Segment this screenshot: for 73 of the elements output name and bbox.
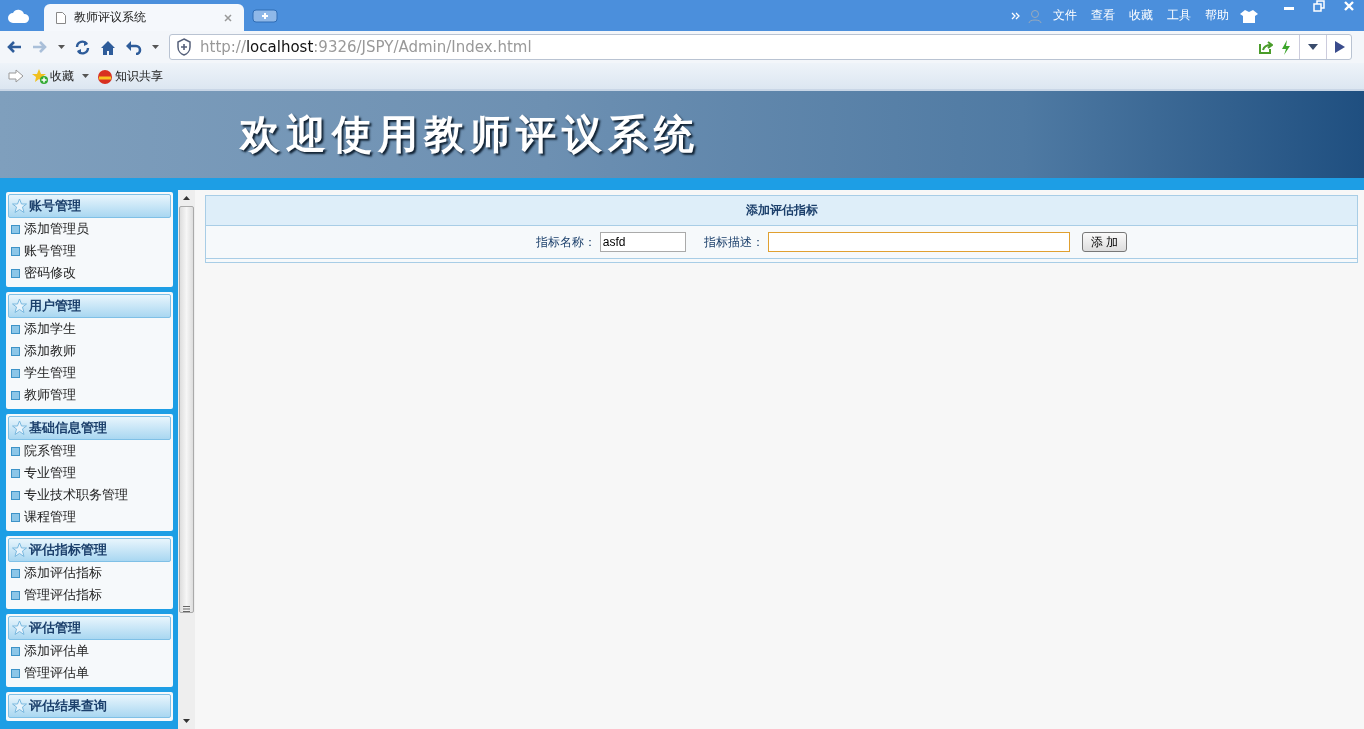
refresh-icon[interactable]: [75, 39, 90, 55]
menu-group-header[interactable]: 评估管理: [8, 616, 171, 640]
star-icon: [12, 543, 27, 557]
grip-icon: [183, 606, 190, 612]
sidebar-link[interactable]: 课程管理: [8, 506, 171, 528]
text-input-field[interactable]: [767, 232, 1070, 252]
shirt-icon[interactable]: [1240, 8, 1258, 23]
field-label: 指标描述：: [703, 233, 764, 251]
menu-group-header[interactable]: 评估指标管理: [8, 538, 171, 562]
url-text: http://localhost:9326/JSPY/Admin/Index.html: [200, 38, 532, 56]
undo-arrow-icon[interactable]: [126, 39, 142, 55]
forward-arrow-icon[interactable]: [32, 40, 48, 54]
new-tab-icon[interactable]: [252, 8, 278, 23]
banner-title: 欢迎使用教师评议系统: [240, 109, 700, 159]
sidebar-link[interactable]: 添加评估指标: [8, 562, 171, 584]
menu-group-header[interactable]: 账号管理: [8, 194, 171, 218]
add-button[interactable]: 添 加: [1081, 232, 1128, 252]
star-icon: [12, 199, 27, 213]
group-title: 用户管理: [29, 297, 81, 315]
bookmark-item[interactable]: 收藏: [32, 67, 74, 85]
play-icon[interactable]: [1335, 41, 1345, 53]
sidebar-link[interactable]: 管理评估单: [8, 662, 171, 684]
group-title: 账号管理: [29, 197, 81, 215]
sidebar-link[interactable]: 添加评估单: [8, 640, 171, 662]
address-bar[interactable]: http://localhost:9326/JSPY/Admin/Index.html: [169, 34, 1352, 60]
group-title: 评估管理: [29, 619, 81, 637]
dropdown-caret-icon[interactable]: [82, 74, 89, 78]
cloud-icon: [8, 8, 30, 23]
browser-tab[interactable]: 教师评议系统: [44, 4, 244, 31]
form-title: 添加评估指标: [206, 196, 1357, 226]
menu-group-header[interactable]: 评估结果查询: [8, 694, 171, 718]
lightning-icon[interactable]: [1281, 39, 1291, 55]
sidebar-link[interactable]: 账号管理: [8, 240, 171, 262]
group-title: 基础信息管理: [29, 419, 107, 437]
scroll-up-icon[interactable]: [183, 196, 190, 200]
group-title: 评估结果查询: [29, 697, 107, 715]
scrollbar[interactable]: [178, 190, 195, 729]
sidebar-link[interactable]: 添加教师: [8, 340, 171, 362]
group-title: 评估指标管理: [29, 541, 107, 559]
scroll-down-icon[interactable]: [183, 719, 190, 723]
scrollbar-thumb[interactable]: [179, 206, 194, 613]
arrow-out-icon[interactable]: [8, 69, 24, 83]
sidebar-link[interactable]: 专业技术职务管理: [8, 484, 171, 506]
tab-title: 教师评议系统: [74, 9, 147, 26]
field-label: 指标名称：: [535, 233, 596, 251]
sidebar-link[interactable]: 添加管理员: [8, 218, 171, 240]
sidebar-link[interactable]: 密码修改: [8, 262, 171, 284]
sidebar-link[interactable]: 专业管理: [8, 462, 171, 484]
dropdown-caret-icon[interactable]: [152, 45, 159, 49]
close-icon[interactable]: [224, 13, 232, 22]
page-icon: [56, 11, 66, 24]
dropdown-caret-icon[interactable]: [58, 45, 65, 49]
sun-logo-icon: [97, 68, 113, 84]
back-arrow-icon[interactable]: [6, 40, 22, 54]
share-icon[interactable]: [1259, 40, 1273, 54]
star-icon: [12, 421, 27, 435]
bookmark-item[interactable]: 知识共享: [97, 67, 163, 85]
star-plus-icon: [32, 68, 48, 84]
shield-icon: [176, 38, 192, 56]
star-icon: [12, 299, 27, 313]
star-icon: [12, 621, 27, 635]
menu-group-header[interactable]: 基础信息管理: [8, 416, 171, 440]
home-icon[interactable]: [100, 39, 116, 55]
dropdown-caret-icon[interactable]: [1308, 44, 1318, 50]
sidebar-link[interactable]: 教师管理: [8, 384, 171, 406]
menu-group-header[interactable]: 用户管理: [8, 294, 171, 318]
sidebar-link[interactable]: 管理评估指标: [8, 584, 171, 606]
sidebar-link[interactable]: 学生管理: [8, 362, 171, 384]
sidebar-link[interactable]: 添加学生: [8, 318, 171, 340]
star-icon: [12, 699, 27, 713]
text-input-field[interactable]: asfd: [599, 232, 686, 252]
more-chevron-icon[interactable]: [1011, 11, 1020, 20]
sidebar-link[interactable]: 院系管理: [8, 440, 171, 462]
